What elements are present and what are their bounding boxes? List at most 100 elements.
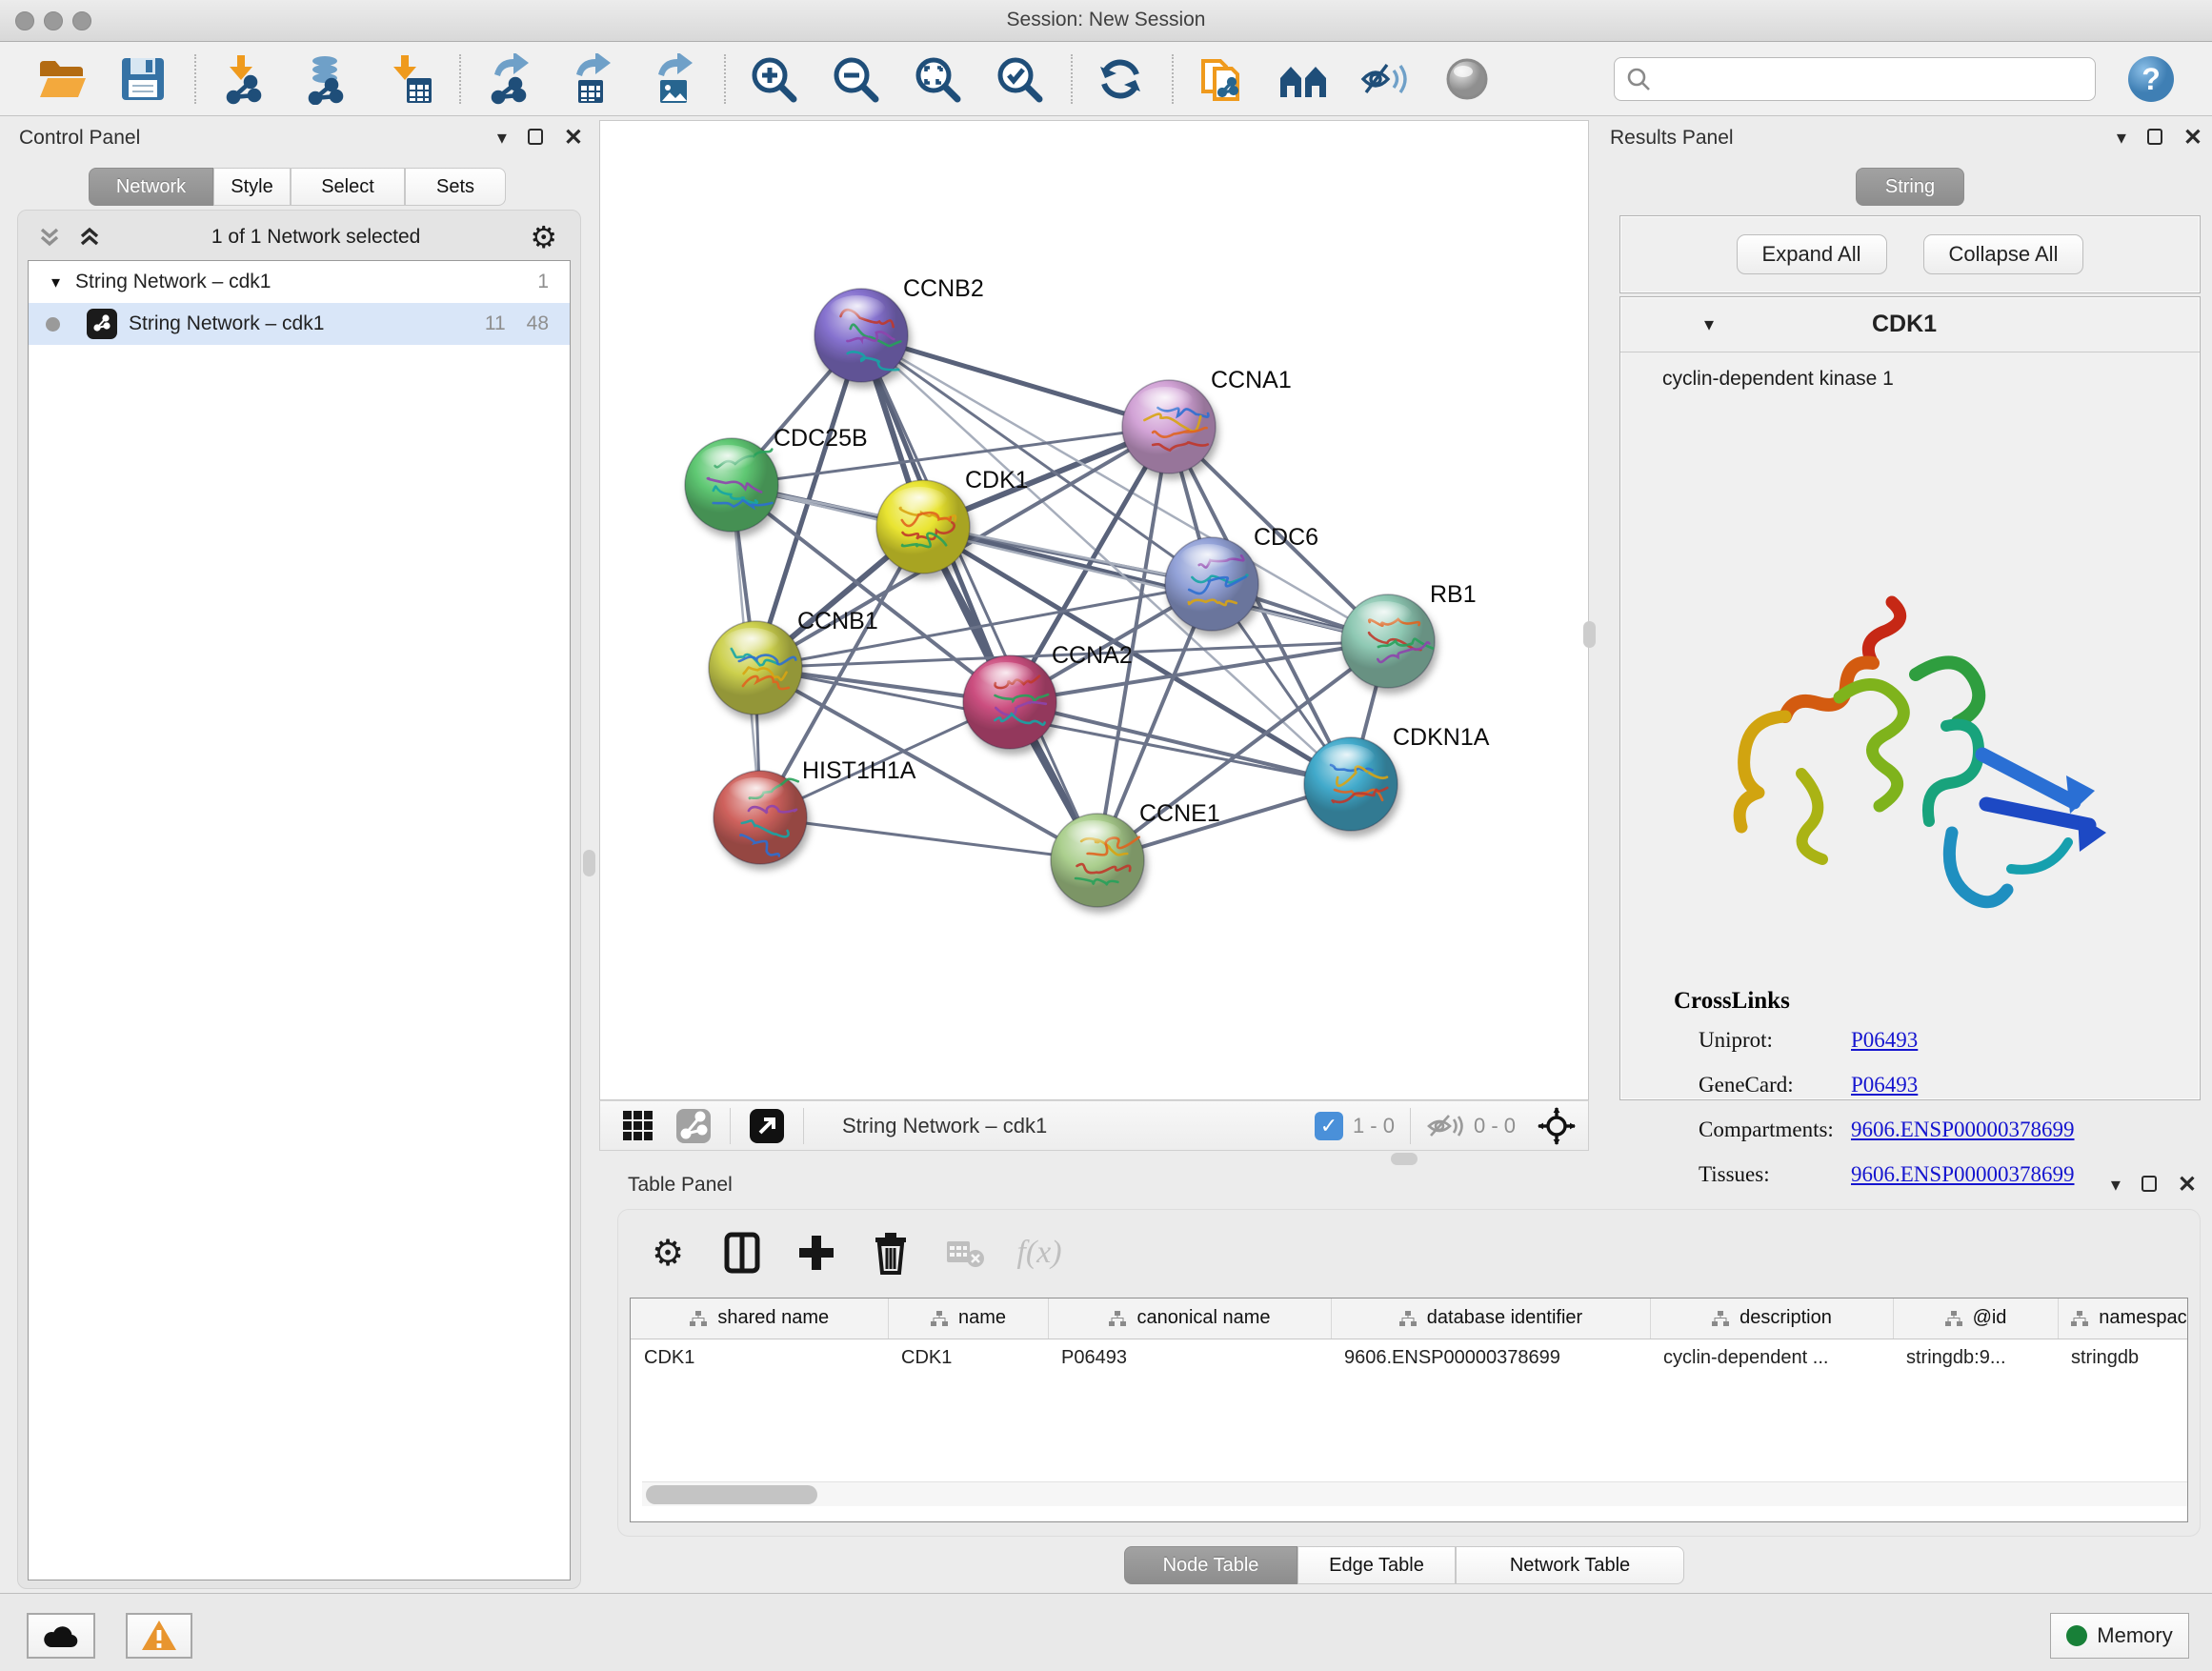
bottom-splitter-handle[interactable] [1391,1153,1418,1165]
table-cell[interactable]: P06493 [1048,1339,1331,1377]
tab-edge-table[interactable]: Edge Table [1297,1546,1456,1584]
add-icon[interactable] [795,1232,837,1274]
network-node-HIST1H1A[interactable] [714,771,807,864]
network-node-CCNA2[interactable] [963,655,1056,749]
columns-icon[interactable] [721,1232,763,1274]
table-cell[interactable]: stringdb [2058,1339,2188,1377]
entry-collapse-icon[interactable]: ▾ [1704,312,1714,336]
collapse-all-button[interactable]: Collapse All [1923,234,2084,274]
memory-button[interactable]: Memory [2050,1613,2189,1659]
table-cell[interactable]: stringdb:9... [1893,1339,2058,1377]
control-panel-float-icon[interactable] [528,127,543,149]
network-node-CCNA1[interactable] [1122,380,1216,473]
expand-all-networks-icon[interactable] [77,224,102,251]
import-table-icon[interactable] [381,52,434,106]
table-panel-title: Table Panel [628,1174,733,1197]
expand-all-button[interactable]: Expand All [1737,234,1887,274]
string-view-icon[interactable] [673,1099,714,1153]
import-database-icon[interactable] [299,52,352,106]
selected-checkbox-icon[interactable]: ✓ [1315,1112,1343,1140]
tab-string[interactable]: String [1856,168,1964,206]
export-network-icon[interactable] [482,52,535,106]
crosslink-link[interactable]: 9606.ENSP00000378699 [1851,1117,2075,1142]
tab-sets[interactable]: Sets [405,168,506,206]
crosslink-link[interactable]: P06493 [1851,1028,1918,1053]
table-cell[interactable]: cyclin-dependent ... [1650,1339,1893,1377]
right-splitter-handle[interactable] [1583,621,1596,648]
table-panel-menu-icon[interactable]: ▾ [2111,1173,2121,1197]
node-entry-header[interactable]: ▾ CDK1 [1620,297,2200,352]
zoom-selected-icon[interactable] [993,52,1046,106]
export-image-icon[interactable] [646,52,699,106]
network-node-CCNB2[interactable] [814,289,908,382]
collection-expand-icon[interactable]: ▾ [51,272,60,292]
zoom-out-icon[interactable] [829,52,882,106]
open-in-new-window-icon[interactable] [746,1099,788,1153]
first-neighbors-icon[interactable] [1277,52,1330,106]
table-cell[interactable]: CDK1 [631,1339,888,1377]
network-node-CCNB1[interactable] [709,621,802,715]
results-panel-float-icon[interactable] [2147,127,2162,149]
fit-selected-crosshair-icon[interactable] [1535,1099,1579,1153]
show-all-icon[interactable] [1440,52,1494,106]
gear-icon[interactable]: ⚙ [647,1232,689,1274]
edge-HIST1H1A-CCNE1[interactable] [760,817,1097,860]
import-network-icon[interactable] [217,52,271,106]
network-edge-count: 48 [527,312,549,335]
network-row[interactable]: String Network – cdk1 11 48 [29,303,570,345]
edge-CCNB2-CCNA1[interactable] [861,335,1169,427]
network-node-CDK1[interactable] [876,480,970,574]
results-panel-close-icon[interactable]: ✕ [2183,124,2202,151]
birdseye-view-icon[interactable] [617,1099,659,1153]
warnings-button[interactable] [126,1613,192,1659]
column-header-shared-name[interactable]: shared name [631,1299,888,1339]
table-horizontal-scrollbar[interactable] [642,1481,2188,1506]
node-table[interactable]: shared namenamecanonical namedatabase id… [630,1298,2188,1522]
network-view-canvas[interactable]: CCNB2CCNA1CDC25BCDK1CDC6RB1CCNB1CCNA2CDK… [599,120,1589,1100]
network-node-RB1[interactable] [1341,594,1435,688]
crosslink-link[interactable]: P06493 [1851,1073,1918,1097]
control-panel-menu-icon[interactable]: ▾ [497,126,507,150]
zoom-in-icon[interactable] [747,52,800,106]
tab-style[interactable]: Style [213,168,291,206]
results-panel-menu-icon[interactable]: ▾ [2117,126,2126,150]
network-node-CDC6[interactable] [1165,537,1258,631]
network-collection-row[interactable]: ▾ String Network – cdk1 1 [29,261,570,303]
table-panel-close-icon[interactable]: ✕ [2178,1171,2197,1198]
tab-node-table[interactable]: Node Table [1124,1546,1297,1584]
clone-network-icon[interactable] [1195,52,1248,106]
tab-select[interactable]: Select [291,168,405,206]
help-button[interactable]: ? [2126,54,2176,104]
zoom-fit-icon[interactable] [911,52,964,106]
collection-name: String Network – cdk1 [75,271,537,293]
table-cell[interactable]: CDK1 [888,1339,1048,1377]
column-header-database-identifier[interactable]: database identifier [1331,1299,1650,1339]
node-label-CDC25B: CDC25B [774,425,868,452]
network-node-CDKN1A[interactable] [1304,737,1398,831]
column-header--id[interactable]: @id [1893,1299,2058,1339]
column-header-name[interactable]: name [888,1299,1048,1339]
refresh-icon[interactable] [1094,52,1147,106]
hide-selected-icon[interactable] [1358,52,1412,106]
collapse-all-networks-icon[interactable] [37,224,62,251]
network-node-CDC25B[interactable] [685,438,778,532]
table-cell[interactable]: 9606.ENSP00000378699 [1331,1339,1650,1377]
save-icon[interactable] [116,52,170,106]
search-input[interactable] [1614,57,2096,101]
column-header-namespace[interactable]: namespace [2058,1299,2188,1339]
trash-icon[interactable] [870,1232,912,1274]
export-table-icon[interactable] [564,52,617,106]
network-options-gear-icon[interactable]: ⚙ [530,219,557,255]
network-node-CCNE1[interactable] [1051,814,1144,907]
tab-network[interactable]: Network [89,168,213,206]
column-header-description[interactable]: description [1650,1299,1893,1339]
tab-network-table[interactable]: Network Table [1456,1546,1684,1584]
cloud-status-button[interactable] [27,1613,95,1659]
edge-CCNA2-CDKN1A[interactable] [1010,702,1351,784]
table-panel-float-icon[interactable] [2142,1174,2157,1196]
control-panel-close-icon[interactable]: ✕ [564,124,583,151]
open-icon[interactable] [34,52,88,106]
table-row[interactable]: CDK1CDK1P064939606.ENSP00000378699cyclin… [631,1339,2188,1377]
column-header-canonical-name[interactable]: canonical name [1048,1299,1331,1339]
left-splitter-handle[interactable] [583,850,595,876]
